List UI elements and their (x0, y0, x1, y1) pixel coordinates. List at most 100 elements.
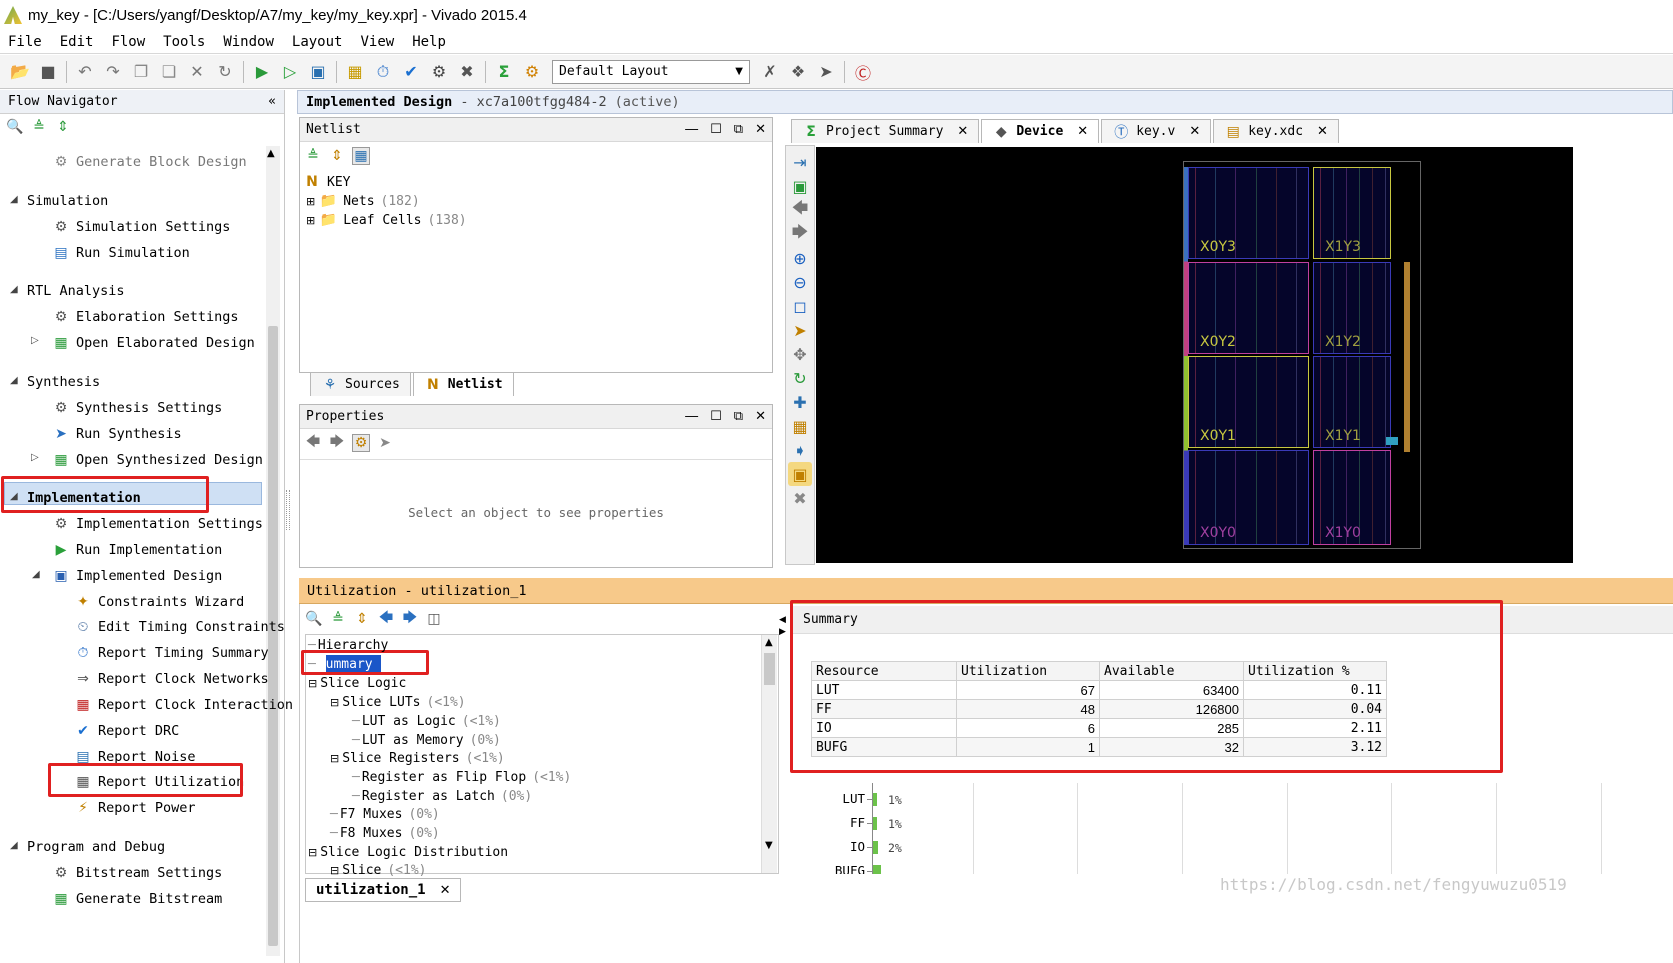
search-icon[interactable]: 🔍 (6, 118, 24, 136)
maximize-layout-icon[interactable]: ✗ (758, 60, 782, 84)
zoom-in-icon[interactable]: ⊕ (788, 246, 812, 270)
tab-utilization-1[interactable]: utilization_1 ✕ (305, 878, 462, 902)
tab-sources[interactable]: ⚘ Sources (310, 372, 411, 396)
collapse-minus-icon[interactable]: ⊟ (330, 752, 339, 765)
nav-open-synthesized-design[interactable]: ▦ Open Synthesized Design (52, 448, 263, 472)
tree-hierarchy[interactable]: ─ Hierarchy (308, 636, 394, 654)
nav-section-rtl-analysis[interactable]: RTL Analysis (27, 279, 125, 303)
nav-elaboration-settings[interactable]: ⚙ Elaboration Settings (52, 305, 239, 329)
menu-window[interactable]: Window (223, 34, 274, 50)
fit-view-icon[interactable]: ▣ (788, 174, 812, 198)
expand-all-icon[interactable]: ⇕ (328, 147, 346, 165)
tree-register-as-flip-flop[interactable]: ─ Register as Flip Flop (<1%) (352, 768, 571, 786)
collapse-minus-icon[interactable]: ⊟ (308, 846, 317, 859)
maximize-icon[interactable]: ☐ (710, 122, 722, 137)
nav-implementation-settings[interactable]: ⚙ Implementation Settings (52, 512, 263, 536)
flow-navigator-scrollbar[interactable]: ▲ (266, 146, 280, 956)
nav-edit-timing-constraints[interactable]: ⏲ Edit Timing Constraints (74, 615, 285, 639)
device-view[interactable]: X0Y3 X1Y3 X0Y2 X1Y2 X0Y1 X1Y1 X0Y0 X1Y0 (816, 147, 1573, 563)
fit-icon[interactable]: ❖ (786, 60, 810, 84)
menu-file[interactable]: File (8, 34, 42, 50)
project-settings-icon[interactable]: ⚙ (520, 60, 544, 84)
close-icon[interactable]: ✕ (440, 883, 451, 898)
graph-bar[interactable] (873, 841, 878, 854)
timing-icon[interactable]: ⏱ (371, 60, 395, 84)
graph-bar[interactable] (873, 793, 877, 806)
menu-layout[interactable]: Layout (292, 34, 343, 50)
copy-icon[interactable]: ❐ (129, 60, 153, 84)
rotate-icon[interactable]: ↻ (788, 366, 812, 390)
tree-summary[interactable]: ─ Summary (308, 655, 379, 673)
tree-slice-luts[interactable]: ⊟ Slice LUTs (<1%) (330, 693, 466, 711)
expand-arrow-icon[interactable]: ◢ (10, 284, 18, 295)
back-arrow-icon[interactable]: 🡄 (304, 434, 322, 452)
expand-all-icon[interactable]: ⇕ (353, 610, 371, 628)
scroll-up-arrow-icon[interactable]: ▲ (267, 148, 275, 159)
nav-report-clock-networks[interactable]: ⇒ Report Clock Networks (74, 667, 269, 691)
expand-arrow-icon[interactable]: ◢ (32, 569, 40, 580)
collapse-all-icon[interactable]: ≜ (329, 610, 347, 628)
pointer-icon[interactable]: ➤ (376, 434, 394, 452)
expand-arrow-icon[interactable]: ◢ (10, 840, 18, 851)
open-project-icon[interactable]: 📂 (8, 60, 32, 84)
nav-synthesis-settings[interactable]: ⚙ Synthesis Settings (52, 396, 223, 420)
expand-plus-icon[interactable]: ⊞ (306, 214, 315, 227)
nav-report-timing-summary[interactable]: ⏱ Report Timing Summary (74, 641, 269, 665)
route-icon[interactable]: ▦ (788, 414, 812, 438)
close-icon[interactable]: ✕ (755, 409, 766, 424)
nav-implemented-design[interactable]: ▣ Implemented Design (52, 564, 222, 588)
tree-lut-as-memory[interactable]: ─ LUT as Memory (0%) (352, 731, 501, 749)
menu-edit[interactable]: Edit (60, 34, 94, 50)
nav-generate-bitstream[interactable]: ▦ Generate Bitstream (52, 887, 222, 911)
nav-run-implementation[interactable]: ▶ Run Implementation (52, 538, 223, 562)
back-arrow-icon[interactable]: 🡄 (377, 610, 395, 628)
splitter-arrows[interactable]: ◀ ▶ (779, 614, 789, 638)
collapse-minus-icon[interactable]: ⊟ (330, 864, 339, 877)
layout-select[interactable]: Default Layout ▼ (552, 59, 750, 84)
scrollbar-thumb[interactable] (764, 653, 775, 685)
select-area-icon[interactable]: ➤ (788, 318, 812, 342)
tree-slice-logic-distribution[interactable]: ⊟ Slice Logic Distribution (308, 843, 514, 861)
menu-help[interactable]: Help (412, 34, 446, 50)
forward-arrow-icon[interactable]: 🡆 (328, 434, 346, 452)
float-icon[interactable]: ⧉ (734, 122, 743, 137)
save-icon[interactable]: ■ (36, 60, 60, 84)
forward-arrow-icon[interactable]: 🡆 (788, 222, 812, 246)
expand-arrow-icon[interactable]: ◢ (10, 375, 18, 386)
tree-slice-logic[interactable]: ⊟ Slice Logic (308, 674, 412, 692)
netlist-leaf-cells[interactable]: ⊞ 📁 Leaf Cells (138) (306, 211, 467, 229)
zoom-in-arrow-icon[interactable]: ⇥ (788, 150, 812, 174)
zoom-out-icon[interactable]: ⊖ (788, 270, 812, 294)
maximize-icon[interactable]: ☐ (710, 409, 722, 424)
nav-report-power[interactable]: ⚡ Report Power (74, 796, 195, 820)
vertical-splitter[interactable] (286, 490, 290, 530)
show-hierarchy-icon[interactable]: ▦ (352, 147, 370, 165)
nav-open-elaborated-design[interactable]: ▦ Open Elaborated Design (52, 331, 254, 355)
close-icon[interactable]: ✕ (755, 122, 766, 137)
move-icon[interactable]: ✥ (788, 342, 812, 366)
forward-arrow-icon[interactable]: 🡆 (401, 610, 419, 628)
close-icon[interactable]: ✕ (957, 124, 968, 139)
collapse-minus-icon[interactable]: ⊟ (308, 677, 317, 690)
sigma-report-icon[interactable]: Σ (492, 60, 516, 84)
nav-report-clock-interaction[interactable]: ▦ Report Clock Interaction (74, 693, 293, 717)
close-icon[interactable]: ✕ (1189, 124, 1200, 139)
collapse-panel-icon[interactable]: « (268, 94, 276, 109)
nav-run-simulation[interactable]: ▤ Run Simulation (52, 241, 189, 265)
netlist-root[interactable]: N KEY (303, 173, 350, 191)
settings-gear-icon[interactable]: ⚙ (427, 60, 451, 84)
nav-report-drc[interactable]: ✔ Report DRC (74, 719, 179, 743)
help-icon[interactable]: Ⓒ (851, 60, 875, 84)
nav-bitstream-settings[interactable]: ⚙ Bitstream Settings (52, 861, 223, 885)
graph-bar[interactable] (873, 865, 881, 874)
delete-icon[interactable]: ✕ (185, 60, 209, 84)
tree-register-as-latch[interactable]: ─ Register as Latch (0%) (352, 787, 532, 805)
float-icon[interactable]: ⧉ (734, 409, 743, 424)
tab-key-xdc[interactable]: ▤ key.xdc ✕ (1213, 119, 1339, 143)
utilization-tree-scrollbar[interactable]: ▲ ▼ (761, 635, 777, 873)
tab-key-v[interactable]: Ⓣkey.v ✕ (1101, 119, 1212, 143)
nav-run-synthesis[interactable]: ➤ Run Synthesis (52, 422, 182, 446)
pin-icon[interactable]: ✖ (788, 486, 812, 510)
expand-arrow-icon[interactable]: ◢ (10, 194, 18, 205)
back-arrow-icon[interactable]: 🡄 (788, 198, 812, 222)
